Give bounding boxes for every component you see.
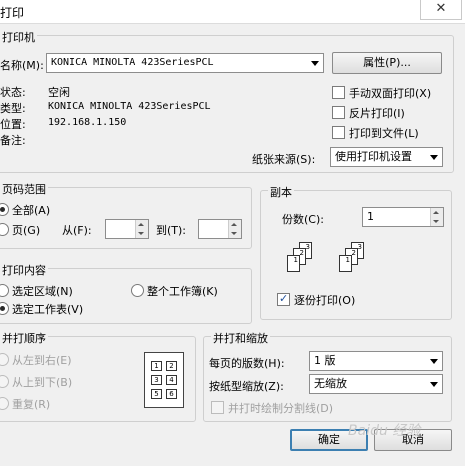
- collate-label: 逐份打印(O): [294, 294, 356, 307]
- paper-source-label: 纸张来源(S):: [252, 153, 316, 166]
- properties-button[interactable]: 属性(P)...: [332, 52, 442, 74]
- spin-down-icon: [138, 232, 144, 235]
- active-sheets-label: 选定工作表(V): [12, 303, 84, 316]
- scaling-group-title: 并打和缩放: [211, 330, 270, 346]
- page-range-pages-label: 页(G): [12, 224, 41, 237]
- close-icon: ✕: [435, 1, 447, 16]
- copies-count-spinner[interactable]: [430, 208, 443, 226]
- copies-count-label: 份数(C):: [282, 213, 324, 226]
- order-cell: 3: [151, 375, 162, 385]
- copies-group-title: 副本: [268, 184, 294, 200]
- paper-source-value: 使用打印机设置: [335, 150, 412, 163]
- spin-up-icon: [433, 211, 439, 214]
- pages-per-sheet-label: 每页的版数(H):: [209, 357, 285, 370]
- selection-label: 选定区域(N): [12, 285, 73, 298]
- paper-source-select[interactable]: 使用打印机设置: [330, 147, 443, 167]
- chevron-down-icon: [311, 61, 319, 66]
- status-label: 状态:: [0, 86, 26, 99]
- spin-down-icon: [231, 232, 237, 235]
- copies-count-input[interactable]: 1: [362, 207, 444, 227]
- printer-name-select[interactable]: KONICA MINOLTA 423SeriesPCL: [46, 53, 324, 73]
- mirror-print-checkbox[interactable]: [332, 106, 345, 119]
- collate-stack-1: 3 2 1: [285, 242, 321, 280]
- comment-label: 备注:: [0, 134, 26, 147]
- pages-per-sheet-select[interactable]: 1 版: [309, 351, 443, 371]
- collate-stack-2: 3 2 1: [337, 242, 373, 280]
- from-page-input[interactable]: [105, 219, 149, 239]
- printer-group-title: 打印机: [0, 29, 37, 45]
- to-label: 到(T):: [156, 224, 187, 237]
- printer-name-label: 名称(M):: [0, 59, 44, 72]
- to-page-spinner[interactable]: [228, 220, 241, 238]
- watermark: Baidu 经验: [348, 423, 421, 439]
- window-title: 打印: [0, 6, 25, 20]
- to-page-input[interactable]: [198, 219, 242, 239]
- top-to-bottom-label: 从上到下(B): [12, 376, 73, 389]
- print-order-group-title: 并打顺序: [0, 330, 48, 346]
- status-value: 空闲: [48, 86, 70, 99]
- type-value: KONICA MINOLTA 423SeriesPCL: [48, 101, 211, 112]
- chevron-down-icon: [430, 359, 438, 364]
- scale-to-paper-label: 按纸型缩放(Z):: [209, 380, 284, 393]
- whole-workbook-label: 整个工作簿(K): [147, 285, 218, 298]
- type-label: 类型:: [0, 102, 26, 115]
- draw-lines-label: 并打时绘制分割线(D): [228, 402, 334, 415]
- repeat-label: 重复(R): [12, 398, 51, 411]
- spin-up-icon: [138, 223, 144, 226]
- mirror-print-label: 反片打印(I): [349, 107, 405, 120]
- print-what-group-title: 打印内容: [0, 262, 48, 278]
- close-button[interactable]: ✕: [420, 0, 462, 20]
- scale-to-paper-select[interactable]: 无缩放: [309, 374, 443, 394]
- collate-page: 1: [339, 255, 352, 272]
- page-range-all-label: 全部(A): [12, 204, 51, 217]
- manual-duplex-label: 手动双面打印(X): [349, 87, 432, 100]
- chevron-down-icon: [430, 382, 438, 387]
- order-cell: 4: [166, 375, 177, 385]
- chevron-down-icon: [430, 155, 438, 160]
- location-value: 192.168.1.150: [48, 117, 127, 128]
- collate-page: 1: [287, 255, 300, 272]
- collate-checkbox[interactable]: [277, 292, 290, 306]
- order-cell: 2: [166, 361, 177, 371]
- pages-per-sheet-value: 1 版: [314, 354, 336, 367]
- order-cell: 1: [151, 361, 162, 371]
- spin-up-icon: [231, 223, 237, 226]
- location-label: 位置:: [0, 118, 26, 131]
- draw-lines-checkbox[interactable]: [211, 401, 224, 414]
- copies-count-value: 1: [367, 210, 374, 223]
- spin-down-icon: [433, 220, 439, 223]
- print-to-file-label: 打印到文件(L): [349, 127, 419, 140]
- scale-to-paper-value: 无缩放: [314, 377, 347, 390]
- order-cell: 5: [151, 389, 162, 399]
- from-label: 从(F):: [62, 224, 92, 237]
- print-to-file-checkbox[interactable]: [332, 126, 345, 139]
- order-cell: 6: [166, 389, 177, 399]
- from-page-spinner[interactable]: [135, 220, 148, 238]
- title-bar: [0, 0, 465, 24]
- left-to-right-label: 从左到右(E): [12, 354, 72, 367]
- printer-name-value: KONICA MINOLTA 423SeriesPCL: [51, 57, 214, 68]
- page-range-group-title: 页码范围: [0, 181, 48, 197]
- order-preview: 1 2 3 4 5 6: [144, 352, 184, 408]
- manual-duplex-checkbox[interactable]: [332, 86, 345, 99]
- whole-workbook-radio[interactable]: [131, 284, 144, 297]
